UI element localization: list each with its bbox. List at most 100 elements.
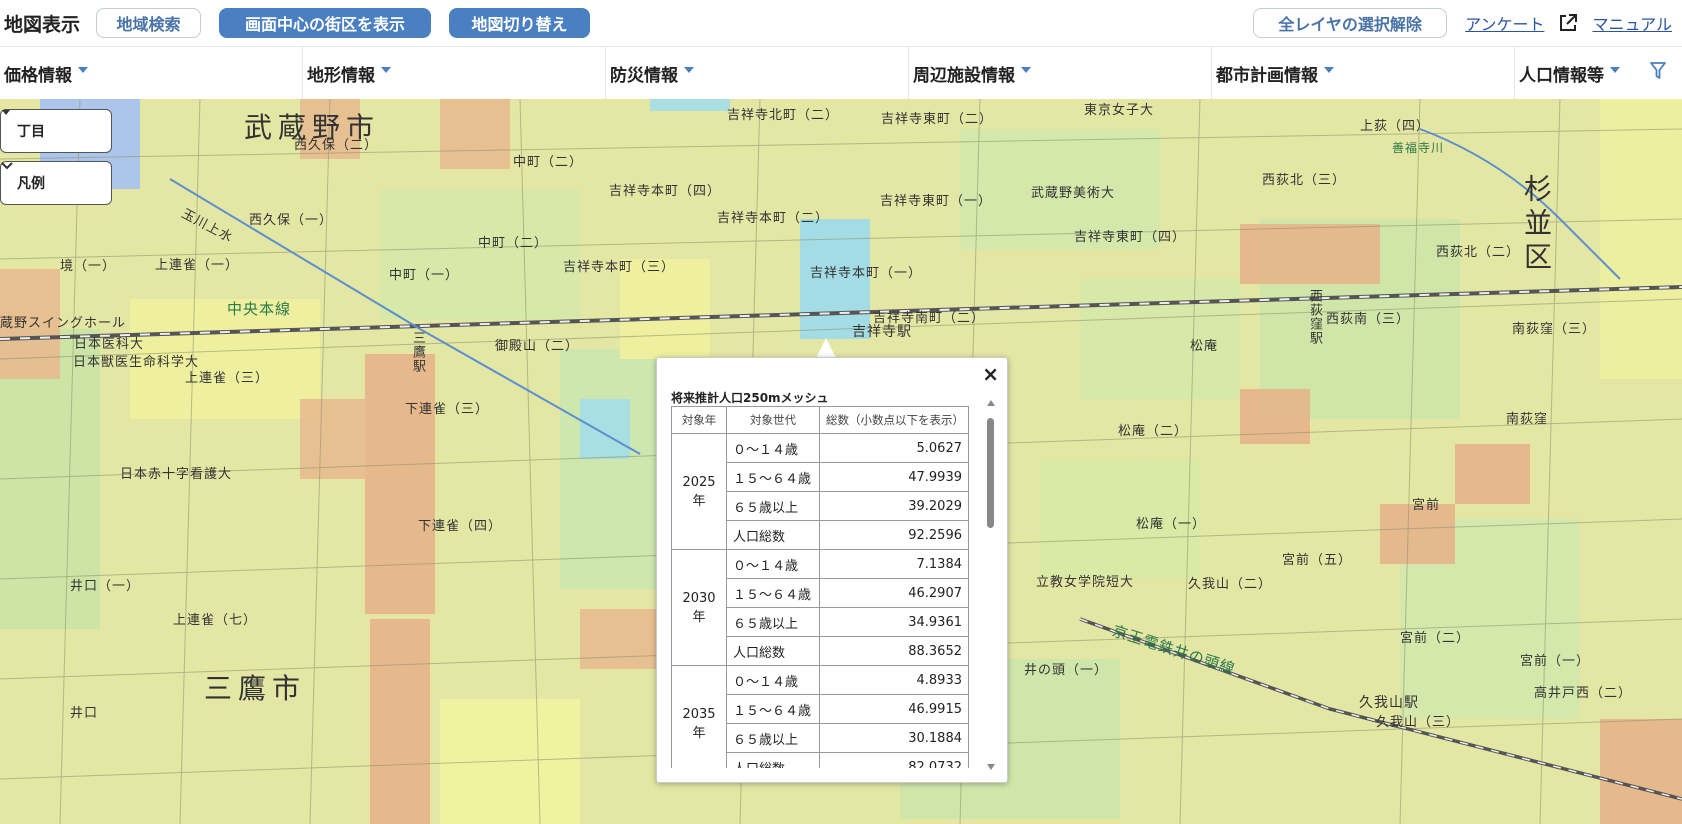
switch-map-button[interactable]: 地図切り替え: [449, 8, 591, 38]
filter-icon[interactable]: [1650, 62, 1666, 80]
value-cell: 46.9915: [819, 694, 969, 724]
popup-scrollbar[interactable]: [985, 396, 997, 772]
map-label: 宮前（二）: [1400, 631, 1471, 646]
generation-cell: ０～１４歳: [726, 549, 820, 579]
table-row: 2025年 ０～１４歳 5.0627: [671, 433, 969, 550]
popup-table-scroll[interactable]: 対象年 対象世代 総数（小数点以下を表示） 2025年 ０～１４歳 5.0627 １５…: [671, 406, 986, 768]
map-label: 蔵野スイングホール: [0, 316, 127, 331]
area-search-button[interactable]: 地域検索: [96, 8, 202, 38]
scroll-down-icon[interactable]: [987, 764, 995, 770]
map-label: 下連雀（三）: [405, 402, 490, 417]
map-label: 吉祥寺本町（一）: [810, 266, 923, 281]
map-label: 吉祥寺東町（一）: [880, 194, 993, 209]
value-cell: 4.8933: [819, 665, 969, 695]
map-label: 吉祥寺本町（三）: [563, 260, 676, 275]
caret-down-icon: [684, 67, 694, 73]
category-price[interactable]: 価格情報: [0, 47, 303, 99]
header-total: 総数（小数点以下を表示）: [819, 406, 969, 434]
map-label: 上連雀（一）: [155, 258, 240, 273]
map-label: 上荻（四）: [1360, 119, 1431, 134]
caret-down-icon: [1021, 67, 1031, 73]
map-label: 久我山駅: [1359, 695, 1419, 711]
caret-down-icon: [1324, 67, 1334, 73]
category-bar: 価格情報 地形情報 防災情報 周辺施設情報 都市計画情報 人口情報等: [0, 46, 1682, 100]
map-label: 吉祥寺駅: [852, 324, 912, 340]
chome-select-label: 丁目: [17, 124, 45, 140]
map-label: 井の頭（一）: [1024, 663, 1109, 678]
map-label: 久我山（二）: [1188, 577, 1273, 592]
category-label: 人口情報等: [1519, 65, 1604, 86]
map-label: 西荻窪駅: [1307, 289, 1322, 345]
map-label: 三鷹駅: [410, 331, 425, 373]
header-year: 対象年: [671, 406, 727, 434]
caret-down-icon: [1610, 67, 1620, 73]
generation-cell: ０～１４歳: [726, 433, 820, 463]
map-label: 吉祥寺東町（二）: [881, 112, 994, 127]
table-header-row: 対象年 対象世代 総数（小数点以下を表示）: [671, 406, 969, 434]
category-label: 周辺施設情報: [913, 65, 1015, 86]
generation-cell: ６５歳以上: [726, 607, 820, 637]
population-popup: × 将来推計人口250mメッシュ 対象年 対象世代 総数（小数点以下を表示） 2…: [656, 357, 1008, 783]
map-label: 高井戸西（二）: [1534, 686, 1633, 701]
year-cell: 2025年: [671, 433, 727, 550]
generation-cell: ６５歳以上: [726, 491, 820, 521]
survey-link[interactable]: アンケート: [1465, 11, 1544, 35]
generation-cell: 人口総数: [726, 520, 820, 550]
map-label: 御殿山（二）: [495, 339, 580, 354]
map-label: 井口: [70, 706, 99, 721]
show-center-block-button[interactable]: 画面中心の街区を表示: [219, 8, 432, 38]
scroll-thumb[interactable]: [987, 418, 994, 528]
generation-cell: １５～６４歳: [726, 694, 820, 724]
app-title: 地図表示: [4, 13, 81, 36]
map-label: 西久保（一）: [249, 213, 334, 228]
map-label: 吉祥寺東町（四）: [1074, 230, 1187, 245]
value-cell: 46.2907: [819, 578, 969, 608]
top-right-group: 全レイヤの選択解除 アンケート マニュアル: [1253, 0, 1682, 46]
map-label: 南荻窪（三）: [1512, 322, 1597, 337]
legend-toggle[interactable]: 凡例: [0, 161, 112, 205]
map-label: 日本医科大: [74, 337, 145, 352]
map-label: 中町（一）: [389, 268, 460, 283]
category-terrain[interactable]: 地形情報: [303, 47, 606, 99]
map-label: 松庵: [1190, 339, 1219, 354]
value-cell: 92.2596: [819, 520, 969, 550]
header-generation: 対象世代: [726, 406, 820, 434]
category-label: 地形情報: [307, 65, 375, 86]
category-facilities[interactable]: 周辺施設情報: [909, 47, 1212, 99]
value-cell: 34.9361: [819, 607, 969, 637]
map-label: 吉祥寺本町（二）: [717, 211, 830, 226]
map-label: 東京女子大: [1084, 103, 1155, 118]
map-label: 宮前（五）: [1282, 553, 1353, 568]
map-label: 西荻北（三）: [1262, 173, 1347, 188]
map-label: 久我山（三）: [1376, 715, 1461, 730]
map-label: 日本獣医生命科学大: [73, 355, 200, 370]
map-label: 宮前: [1412, 498, 1441, 513]
scroll-up-icon[interactable]: [987, 400, 995, 406]
category-label: 防災情報: [610, 65, 678, 86]
chome-select[interactable]: 丁目: [0, 109, 112, 153]
legend-toggle-label: 凡例: [17, 176, 45, 192]
category-urban-plan[interactable]: 都市計画情報: [1212, 47, 1515, 99]
value-cell: 82.0732: [819, 752, 969, 768]
map-label: 西荻南（三）: [1326, 312, 1411, 327]
generation-cell: 人口総数: [726, 752, 820, 768]
population-table: 対象年 対象世代 総数（小数点以下を表示） 2025年 ０～１４歳 5.0627 １５…: [671, 406, 969, 768]
close-icon[interactable]: ×: [982, 362, 999, 386]
map-label: 武蔵野美術大: [1031, 186, 1116, 201]
generation-cell: 人口総数: [726, 636, 820, 666]
map-label: 善福寺川: [1392, 141, 1445, 155]
value-cell: 39.2029: [819, 491, 969, 521]
external-link-icon[interactable]: [1558, 13, 1578, 33]
table-row: 2030年 ０～１４歳 7.1384: [671, 549, 969, 666]
value-cell: 88.3652: [819, 636, 969, 666]
map-label-suginami: 杉並区: [1520, 174, 1553, 276]
manual-link[interactable]: マニュアル: [1592, 11, 1672, 35]
category-disaster[interactable]: 防災情報: [606, 47, 909, 99]
category-label: 価格情報: [4, 65, 72, 86]
generation-cell: １５～６４歳: [726, 462, 820, 492]
clear-layers-button[interactable]: 全レイヤの選択解除: [1253, 8, 1448, 38]
generation-cell: ６５歳以上: [726, 723, 820, 753]
map-label: 西久保（二）: [294, 138, 379, 153]
generation-cell: １５～６４歳: [726, 578, 820, 608]
value-cell: 7.1384: [819, 549, 969, 579]
